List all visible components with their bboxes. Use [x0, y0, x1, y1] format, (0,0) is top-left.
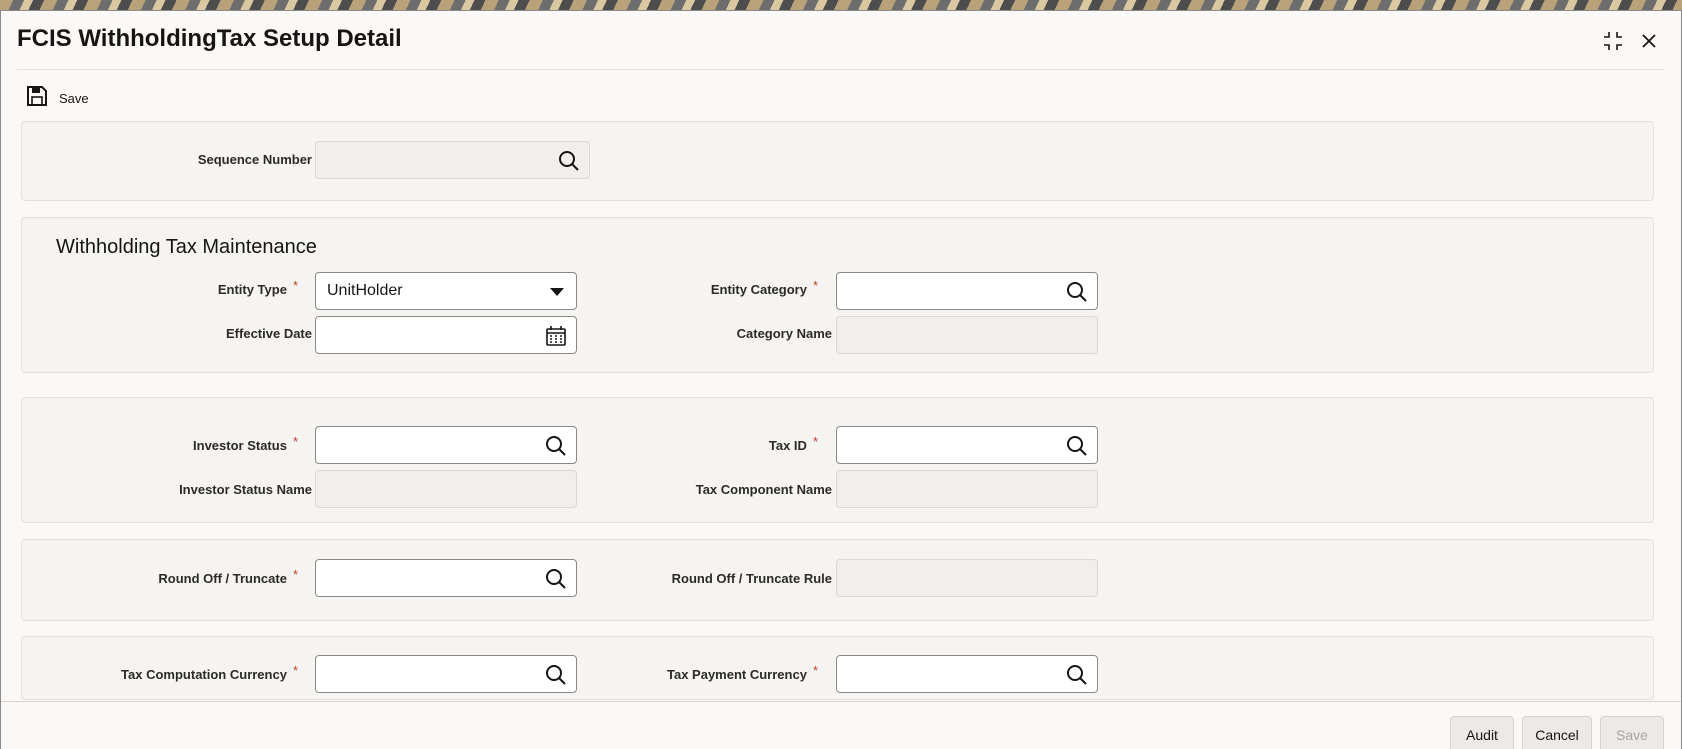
save-icon: [27, 85, 47, 111]
currency-panel: Tax Computation Currency * Tax Payment Cu…: [21, 636, 1654, 700]
investor-status-field[interactable]: [315, 426, 577, 464]
search-icon[interactable]: [1066, 435, 1088, 457]
maintenance-panel: Withholding Tax Maintenance Entity Type *…: [21, 217, 1654, 373]
save-label: Save: [59, 90, 89, 106]
footer-bar: Audit Cancel Save: [1, 701, 1681, 749]
search-icon[interactable]: [1066, 281, 1088, 303]
background-strip: [0, 0, 1682, 10]
tax-component-name-label: Tax Component Name: [695, 482, 832, 497]
search-icon[interactable]: [558, 150, 580, 172]
sequence-number-label: Sequence Number: [197, 152, 312, 167]
tax-computation-currency-label: Tax Computation Currency *: [121, 663, 298, 682]
tax-id-field[interactable]: [836, 426, 1098, 464]
expand-icon[interactable]: [1599, 27, 1627, 55]
effective-date-field[interactable]: [315, 316, 577, 354]
sequence-panel: Sequence Number: [21, 121, 1654, 201]
search-icon[interactable]: [545, 568, 567, 590]
entity-category-label: Entity Category *: [710, 278, 818, 297]
tax-computation-currency-field[interactable]: [315, 655, 577, 693]
dialog-window: FCIS WithholdingTax Setup Detail Save Se…: [0, 10, 1682, 749]
sequence-number-field[interactable]: [315, 141, 590, 179]
entity-type-label: Entity Type *: [217, 278, 298, 297]
investor-panel: Investor Status * Tax ID * Investor Status…: [21, 397, 1654, 523]
round-off-field[interactable]: [315, 559, 577, 597]
window-title: FCIS WithholdingTax Setup Detail: [17, 25, 402, 52]
round-off-label: Round Off / Truncate *: [158, 567, 298, 586]
round-off-rule-field: [836, 559, 1098, 597]
investor-status-name-field: [315, 470, 577, 508]
title-divider: [17, 69, 1665, 70]
calendar-icon[interactable]: [545, 325, 567, 347]
section-title: Withholding Tax Maintenance: [56, 236, 317, 258]
entity-type-select[interactable]: UnitHolder: [315, 272, 577, 310]
category-name-field: [836, 316, 1098, 354]
audit-button[interactable]: Audit: [1450, 716, 1514, 749]
search-icon[interactable]: [1066, 664, 1088, 686]
rounding-panel: Round Off / Truncate * Round Off / Trunca…: [21, 539, 1654, 621]
entity-category-field[interactable]: [836, 272, 1098, 310]
tax-payment-currency-label: Tax Payment Currency *: [667, 663, 818, 682]
effective-date-label: Effective Date: [226, 326, 312, 341]
category-name-label: Category Name: [736, 326, 832, 341]
save-button[interactable]: Save: [27, 81, 89, 115]
tax-payment-currency-field[interactable]: [836, 655, 1098, 693]
close-icon[interactable]: [1635, 27, 1663, 55]
footer-save-button[interactable]: Save: [1600, 716, 1664, 749]
tax-id-label: Tax ID *: [768, 434, 818, 453]
title-bar: FCIS WithholdingTax Setup Detail: [1, 11, 1681, 69]
round-off-rule-label: Round Off / Truncate Rule: [671, 571, 832, 586]
investor-status-label: Investor Status *: [193, 434, 298, 453]
investor-status-name-label: Investor Status Name: [179, 482, 312, 497]
tax-component-name-field: [836, 470, 1098, 508]
cancel-button[interactable]: Cancel: [1522, 716, 1592, 749]
